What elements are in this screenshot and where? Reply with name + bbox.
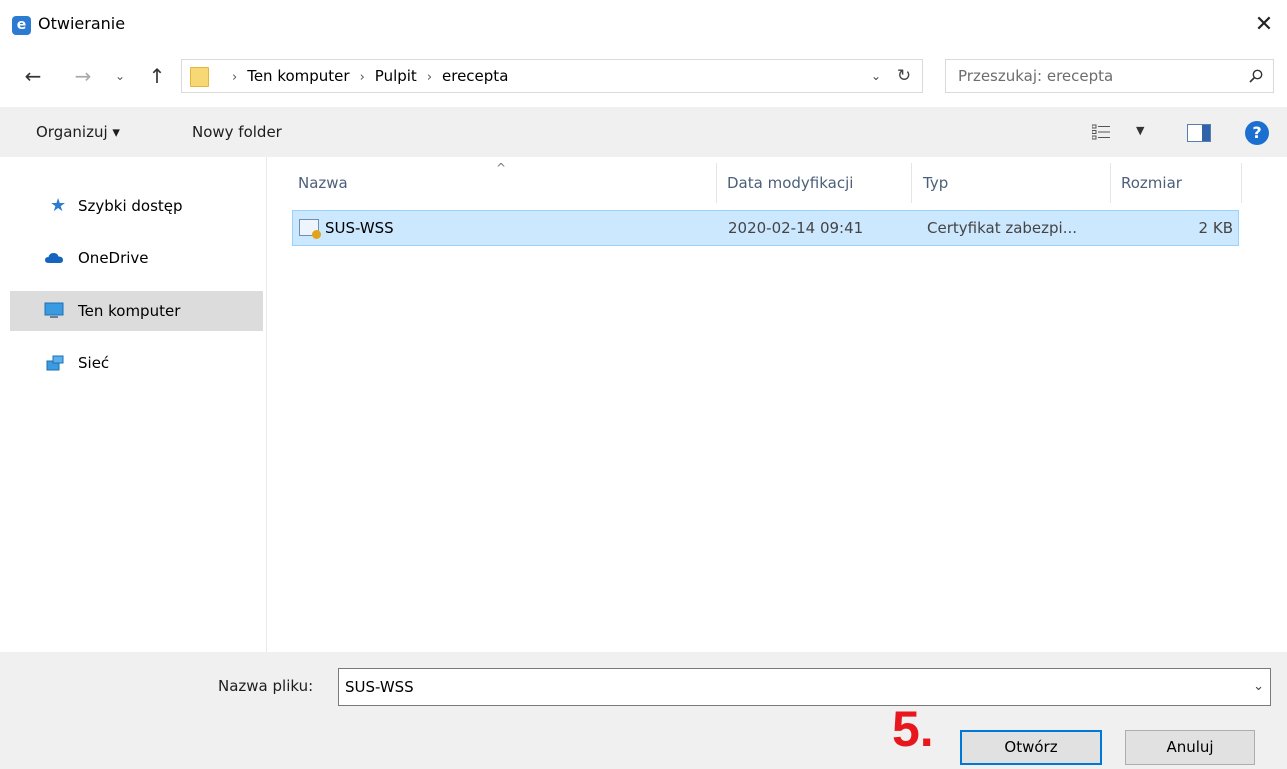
- address-dropdown-button[interactable]: ⌄: [866, 60, 886, 92]
- folder-icon: [190, 67, 209, 87]
- window-title: Otwieranie: [38, 14, 126, 33]
- sidebar-item-label: Ten komputer: [78, 302, 181, 320]
- filename-combobox[interactable]: ⌄: [338, 668, 1271, 706]
- breadcrumb-separator[interactable]: ›: [427, 62, 432, 94]
- close-button[interactable]: ✕: [1241, 0, 1287, 50]
- navigation-bar: ← → ⌄ ↑ › Ten komputer › Pulpit › erecepta ⌄ …: [0, 56, 1287, 96]
- file-date-modified: 2020-02-14 09:41: [728, 219, 864, 237]
- sidebar-item-onedrive[interactable]: OneDrive: [10, 238, 263, 278]
- help-icon[interactable]: ?: [1245, 121, 1269, 145]
- sidebar-item-network[interactable]: Sieć: [10, 343, 263, 383]
- sidebar-item-this-pc[interactable]: Ten komputer: [10, 291, 263, 331]
- command-toolbar: Organizuj ▾ Nowy folder ▼ ?: [0, 107, 1287, 157]
- address-bar[interactable]: › Ten komputer › Pulpit › erecepta ⌄ ↻: [181, 59, 923, 93]
- breadcrumb-item-erecepta[interactable]: erecepta: [442, 60, 508, 92]
- file-size: 2 KB: [1198, 219, 1233, 237]
- new-folder-button[interactable]: Nowy folder: [192, 107, 282, 157]
- monitor-icon: [44, 302, 64, 318]
- sidebar-item-label: OneDrive: [78, 249, 149, 267]
- cloud-icon: [45, 253, 63, 263]
- certificate-icon: [299, 219, 321, 239]
- sidebar-item-label: Sieć: [78, 354, 110, 372]
- refresh-button[interactable]: ↻: [892, 60, 916, 92]
- sidebar-item-label: Szybki dostęp: [78, 197, 183, 215]
- file-type: Certyfikat zabezpi...: [927, 219, 1078, 237]
- view-dropdown-button[interactable]: ▼: [1136, 124, 1144, 137]
- organize-button[interactable]: Organizuj ▾: [36, 107, 120, 157]
- network-icon: [46, 355, 64, 371]
- preview-pane-icon[interactable]: [1187, 124, 1211, 142]
- search-input[interactable]: [946, 60, 1236, 92]
- step-annotation: 5.: [892, 701, 934, 757]
- star-icon: ★: [50, 195, 67, 216]
- back-button[interactable]: ←: [18, 60, 48, 92]
- forward-button[interactable]: →: [68, 60, 98, 92]
- column-header-name[interactable]: Nazwa: [288, 163, 717, 203]
- filename-label: Nazwa pliku:: [218, 677, 314, 695]
- view-options-icon[interactable]: [1092, 124, 1110, 140]
- breadcrumb-item-this-pc[interactable]: Ten komputer: [247, 60, 349, 92]
- browser-app-icon: e: [12, 16, 31, 35]
- column-header-date-modified[interactable]: Data modyfikacji: [717, 163, 912, 203]
- file-list: ^ Nazwa Data modyfikacji Typ Rozmiar SUS…: [268, 157, 1287, 652]
- table-row[interactable]: SUS-WSS 2020-02-14 09:41 Certyfikat zabe…: [292, 210, 1239, 246]
- file-name: SUS-WSS: [325, 219, 394, 237]
- open-button[interactable]: Otwórz: [960, 730, 1102, 765]
- column-header-type[interactable]: Typ: [913, 163, 1111, 203]
- up-button[interactable]: ↑: [142, 60, 172, 92]
- cancel-button[interactable]: Anuluj: [1125, 730, 1255, 765]
- search-box[interactable]: [945, 59, 1274, 93]
- breadcrumb-separator: ›: [232, 70, 238, 85]
- filename-input[interactable]: [339, 669, 1229, 705]
- breadcrumb-item-desktop[interactable]: Pulpit: [375, 60, 417, 92]
- chevron-down-icon[interactable]: ⌄: [1253, 669, 1264, 705]
- column-header-size[interactable]: Rozmiar: [1111, 163, 1242, 203]
- search-icon[interactable]: [1249, 69, 1263, 83]
- breadcrumb-separator[interactable]: ›: [360, 62, 365, 94]
- open-file-dialog: e Otwieranie ✕ ← → ⌄ ↑ › Ten komputer › Pul…: [0, 0, 1287, 769]
- sidebar-item-quick-access[interactable]: ★ Szybki dostęp: [10, 186, 263, 226]
- breadcrumb: › Ten komputer › Pulpit › erecepta: [222, 60, 508, 92]
- title-bar: e Otwieranie ✕: [0, 0, 1287, 50]
- navigation-pane: ★ Szybki dostęp OneDrive Ten komputer Si…: [0, 157, 267, 652]
- recent-locations-button[interactable]: ⌄: [110, 60, 130, 92]
- dialog-footer: Nazwa pliku: ⌄ 5. Otwórz Anuluj: [0, 652, 1287, 769]
